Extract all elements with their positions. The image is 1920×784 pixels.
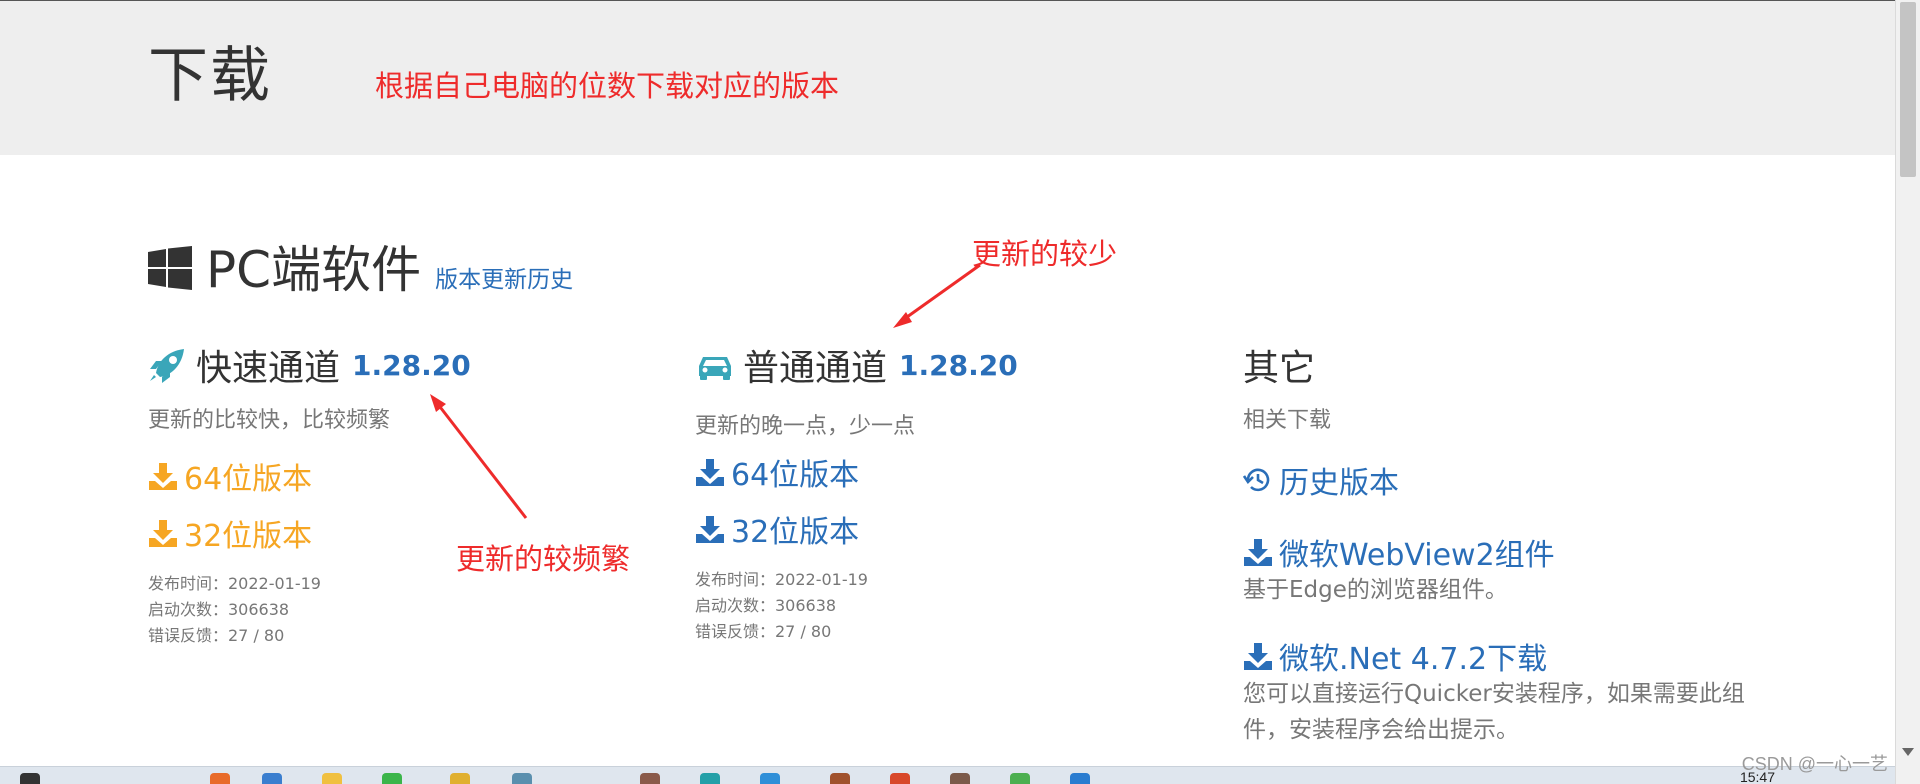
download-icon	[696, 516, 724, 543]
scroll-down-arrow-icon[interactable]	[1902, 748, 1914, 756]
taskbar-app-icon[interactable]	[382, 773, 402, 784]
fast-channel-version: 1.28.20	[352, 348, 471, 382]
other-subtitle: 相关下载	[1243, 408, 1332, 433]
taskbar-app-icon[interactable]	[322, 773, 342, 784]
download-icon	[149, 520, 177, 547]
taskbar-app-icon[interactable]	[830, 773, 850, 784]
normal-channel-version: 1.28.20	[899, 348, 1018, 382]
windows-taskbar: 15:47	[0, 766, 1895, 784]
download-icon	[1244, 539, 1272, 566]
normal-channel-column: 普通通道 1.28.20 更新的晚一点，少一点 64位版本 32位版本 发布时间…	[695, 340, 1175, 645]
taskbar-app-icon[interactable]	[640, 773, 660, 784]
normal-channel-meta: 发布时间：2022-01-19 启动次数：306638 错误反馈：27 / 80	[695, 567, 1175, 645]
history-icon	[1243, 468, 1270, 492]
release-date: 发布时间：2022-01-19	[695, 570, 868, 589]
download-icon	[696, 459, 724, 486]
other-heading: 其它	[1243, 340, 1763, 390]
launch-count: 启动次数：306638	[695, 596, 837, 615]
page-title: 下载	[148, 41, 272, 111]
fast-channel-meta: 发布时间：2022-01-19 启动次数：306638 错误反馈：27 / 80	[148, 571, 628, 649]
dotnet-download-link[interactable]: 微软.Net 4.7.2下载	[1243, 636, 1763, 677]
windows-logo-icon	[148, 246, 192, 290]
rocket-icon	[150, 349, 184, 383]
fast-channel-title: 快速通道	[196, 348, 341, 389]
download-icon	[149, 463, 177, 490]
annotation-frequent-updates: 更新的较频繁	[456, 542, 631, 576]
taskbar-app-icon[interactable]	[700, 773, 720, 784]
taskbar-app-icon[interactable]	[512, 773, 532, 784]
taskbar-app-icon[interactable]	[890, 773, 910, 784]
taskbar-app-icon[interactable]	[210, 773, 230, 784]
error-feedback: 错误反馈：27 / 80	[695, 622, 832, 641]
normal-channel-subtitle: 更新的晚一点，少一点	[695, 414, 916, 439]
start-icon[interactable]	[20, 773, 40, 784]
scrollbar-thumb[interactable]	[1900, 2, 1916, 177]
taskbar-app-icon[interactable]	[950, 773, 970, 784]
page-header: 下载 根据自己电脑的位数下载对应的版本	[0, 0, 1895, 155]
normal-channel-title: 普通通道	[743, 348, 888, 389]
history-version-link[interactable]: 历史版本	[1243, 460, 1763, 501]
annotation-less-updates: 更新的较少	[972, 237, 1118, 271]
taskbar-app-icon[interactable]	[450, 773, 470, 784]
normal-channel-heading: 普通通道 1.28.20	[695, 340, 1175, 390]
annotation-choose-bitness: 根据自己电脑的位数下载对应的版本	[375, 69, 840, 103]
fast-download-64bit[interactable]: 64位版本	[148, 456, 628, 497]
webview2-download-link[interactable]: 微软WebView2组件	[1243, 532, 1763, 573]
webview2-description: 基于Edge的浏览器组件。	[1243, 577, 1508, 603]
taskbar-app-icon[interactable]	[760, 773, 780, 784]
taskbar-app-icon[interactable]	[262, 773, 282, 784]
version-history-link[interactable]: 版本更新历史	[435, 260, 573, 294]
fast-channel-column: 快速通道 1.28.20 更新的比较快，比较频繁 64位版本 32位版本 发布时…	[148, 340, 628, 649]
other-column: 其它 相关下载 历史版本 微软WebView2组件 基于Edge的浏览器组件。 …	[1243, 340, 1763, 748]
other-title: 其它	[1243, 348, 1316, 389]
csdn-watermark: CSDN @一心一艺	[1741, 754, 1888, 774]
car-icon	[699, 357, 731, 380]
normal-download-64bit[interactable]: 64位版本	[695, 452, 1175, 493]
arrowhead	[893, 312, 912, 328]
error-feedback: 错误反馈：27 / 80	[148, 626, 285, 645]
arrow-to-normal-version	[899, 263, 981, 324]
fast-channel-heading: 快速通道 1.28.20	[148, 340, 628, 390]
normal-download-32bit[interactable]: 32位版本	[695, 509, 1175, 550]
dotnet-description: 您可以直接运行Quicker安装程序，如果需要此组件，安装程序会给出提示。	[1243, 681, 1745, 743]
section-header: PC端软件 版本更新历史	[148, 240, 573, 300]
page-scrollbar[interactable]	[1895, 0, 1920, 784]
taskbar-app-icon[interactable]	[1010, 773, 1030, 784]
launch-count: 启动次数：306638	[148, 600, 290, 619]
fast-channel-subtitle: 更新的比较快，比较频繁	[148, 408, 391, 433]
section-title: PC端软件	[206, 241, 422, 299]
taskbar-app-icon[interactable]	[1070, 773, 1090, 784]
download-icon	[1244, 643, 1272, 670]
